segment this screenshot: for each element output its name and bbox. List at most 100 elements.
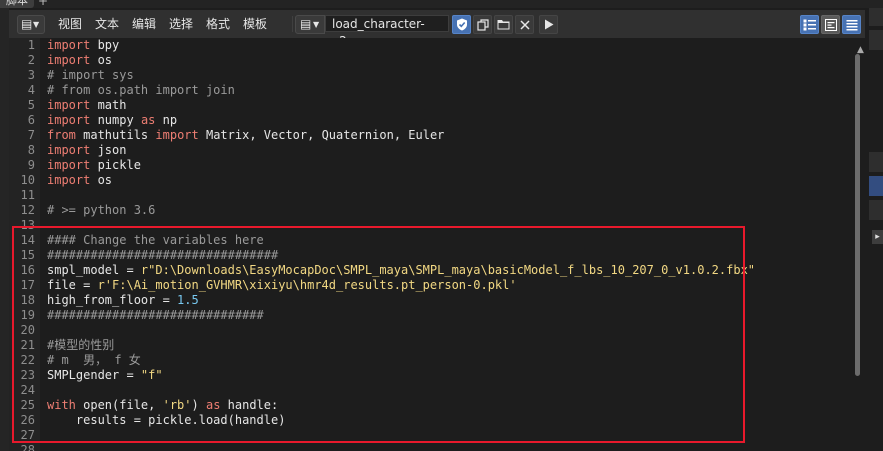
code-text: # from os.path import join xyxy=(47,83,235,98)
code-line[interactable]: 28 xyxy=(9,443,849,451)
left-region-strip xyxy=(0,8,9,451)
chevron-down-icon: ▼ xyxy=(33,20,40,29)
code-text: import numpy as np xyxy=(47,113,177,128)
code-line[interactable]: 8 import json xyxy=(9,143,849,158)
code-token: import xyxy=(47,53,91,67)
line-number: 8 xyxy=(27,143,35,157)
code-text: from mathutils import Matrix, Vector, Qu… xyxy=(47,128,444,143)
menu-edit[interactable]: 编辑 xyxy=(132,17,156,31)
menu-templates[interactable]: 模板 xyxy=(243,17,267,31)
syntax-highlight-icon xyxy=(846,19,857,30)
line-number: 2 xyxy=(27,53,35,67)
code-text: import math xyxy=(47,98,126,113)
menu-format[interactable]: 格式 xyxy=(206,17,230,31)
menu-text[interactable]: 文本 xyxy=(95,17,119,31)
code-token: bpy xyxy=(90,38,120,52)
fake-user-button[interactable] xyxy=(452,15,471,34)
code-token: as xyxy=(140,113,156,127)
code-line[interactable]: 10 import os xyxy=(9,173,849,188)
code-token: import xyxy=(47,113,91,127)
code-token: mathutils xyxy=(75,128,156,142)
code-token: # from os.path import join xyxy=(47,83,235,97)
code-token: Matrix, Vector, Quaternion, Euler xyxy=(198,128,445,142)
code-token: math xyxy=(90,98,127,112)
code-token: import xyxy=(47,38,91,52)
annotation-highlight-box xyxy=(12,226,745,443)
line-number: 10 xyxy=(20,173,35,187)
right-panel-strip xyxy=(869,152,883,172)
line-number: 3 xyxy=(27,68,35,82)
code-text: # import sys xyxy=(47,68,134,83)
code-token: import xyxy=(47,143,91,157)
code-token: import xyxy=(47,158,91,172)
open-text-button[interactable] xyxy=(494,15,513,34)
line-number: 28 xyxy=(20,443,35,451)
run-script-button[interactable] xyxy=(539,15,558,34)
code-text: import os xyxy=(47,173,112,188)
code-line[interactable]: 5 import math xyxy=(9,98,849,113)
menu-view[interactable]: 视图 xyxy=(58,17,82,31)
code-line[interactable]: 3 # import sys xyxy=(9,68,849,83)
folder-icon xyxy=(497,20,510,30)
code-line[interactable]: 6 import numpy as np xyxy=(9,113,849,128)
right-panel-strip-selected[interactable] xyxy=(869,176,883,196)
line-numbers-icon xyxy=(803,19,816,30)
code-line[interactable]: 7 from mathutils import Matrix, Vector, Q… xyxy=(9,128,849,143)
code-text: # >= python 3.6 xyxy=(47,203,155,218)
code-line[interactable]: 12 # >= python 3.6 xyxy=(9,203,849,218)
code-token: numpy xyxy=(90,113,141,127)
line-number: 5 xyxy=(27,98,35,112)
code-text: import bpy xyxy=(47,38,119,53)
word-wrap-icon xyxy=(824,18,837,31)
duplicate-icon xyxy=(476,18,489,31)
line-number: 12 xyxy=(20,203,35,217)
word-wrap-toggle[interactable] xyxy=(821,15,840,34)
code-token: import xyxy=(47,98,91,112)
right-panel-tab[interactable]: ▸ xyxy=(872,230,883,244)
workspace-tab-bar: 脚本 + xyxy=(0,0,883,8)
code-token: import xyxy=(155,128,199,142)
code-token: import xyxy=(47,173,91,187)
menu-select[interactable]: 选择 xyxy=(169,17,193,31)
line-numbers-toggle[interactable] xyxy=(800,15,819,34)
add-workspace-button[interactable]: + xyxy=(38,0,48,7)
unlink-text-button[interactable] xyxy=(515,15,534,34)
code-line[interactable]: 9 import pickle xyxy=(9,158,849,173)
header-separator xyxy=(292,16,293,32)
text-editor-icon: ▤ xyxy=(21,17,33,31)
line-number: 11 xyxy=(20,188,35,202)
code-token: # import sys xyxy=(47,68,134,82)
workspace-tab-scripting[interactable]: 脚本 xyxy=(0,0,34,8)
code-token: pickle xyxy=(90,158,141,172)
text-editor-icon: ▤ xyxy=(300,17,312,31)
right-panel-strip xyxy=(869,8,883,26)
code-line[interactable]: 2 import os xyxy=(9,53,849,68)
chevron-down-icon: ▼ xyxy=(313,20,320,29)
line-number: 1 xyxy=(27,38,35,52)
close-icon xyxy=(519,19,530,30)
code-line[interactable]: 4 # from os.path import join xyxy=(9,83,849,98)
play-icon xyxy=(544,19,553,30)
editor-type-dropdown[interactable]: ▤ ▼ xyxy=(17,15,45,34)
code-text: import os xyxy=(47,53,112,68)
vertical-scrollbar[interactable] xyxy=(855,54,860,376)
line-number: 4 xyxy=(27,83,35,97)
code-text: import json xyxy=(47,143,126,158)
line-number: 9 xyxy=(27,158,35,172)
code-token: os xyxy=(90,173,113,187)
line-number: 6 xyxy=(27,113,35,127)
code-token: np xyxy=(155,113,178,127)
right-panel-strip xyxy=(869,200,883,220)
text-editor-header: ▤ ▼ 视图 文本 编辑 选择 格式 模板 ▤ ▼ load_character… xyxy=(9,10,865,48)
right-panel-strip xyxy=(869,30,883,50)
code-token: os xyxy=(90,53,113,67)
new-text-button[interactable] xyxy=(473,15,492,34)
browse-text-dropdown[interactable]: ▤ ▼ xyxy=(295,15,325,34)
line-number: 7 xyxy=(27,128,35,142)
code-line[interactable]: 1 import bpy xyxy=(9,38,849,53)
code-line[interactable]: 11 xyxy=(9,188,849,203)
text-name-field[interactable]: load_character-v2.py xyxy=(325,15,449,48)
shield-check-icon xyxy=(456,18,467,31)
code-token: json xyxy=(90,143,127,157)
syntax-highlight-toggle[interactable] xyxy=(842,15,861,34)
